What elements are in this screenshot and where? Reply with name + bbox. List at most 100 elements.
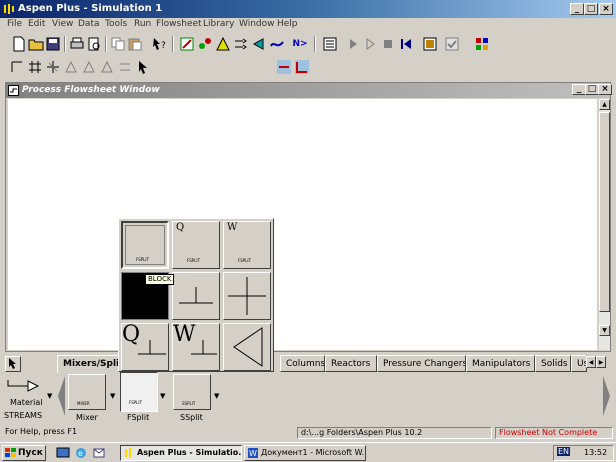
palette-select-pointer[interactable]: [5, 356, 21, 372]
open-folder-icon[interactable]: [28, 36, 44, 52]
model-library-icon[interactable]: [474, 36, 490, 52]
language-indicator[interactable]: EN: [557, 447, 571, 456]
tab-columns[interactable]: Columns: [280, 355, 325, 372]
reconnect-icon[interactable]: [99, 59, 115, 75]
tab-reactors[interactable]: Reactors: [325, 355, 377, 372]
scroll-down-icon[interactable]: ▼: [599, 325, 610, 336]
tab-solids[interactable]: Solids: [535, 355, 571, 372]
fsplit-dropdown-icon[interactable]: ▼: [160, 392, 165, 400]
tab-mixers-splitters[interactable]: Mixers/Splitters: [57, 355, 127, 373]
menu-file[interactable]: File: [7, 19, 22, 29]
menu-data[interactable]: Data: [78, 19, 100, 29]
blocks-icon[interactable]: [251, 36, 267, 52]
menu-flowsheet[interactable]: Flowsheet: [156, 19, 202, 29]
start-button[interactable]: Пуск: [2, 445, 46, 461]
show-blocks-icon[interactable]: [294, 59, 310, 75]
snap-grid-icon[interactable]: [45, 59, 61, 75]
print-icon[interactable]: [69, 36, 85, 52]
print-preview-icon[interactable]: [86, 36, 102, 52]
menu-help[interactable]: Help: [277, 19, 298, 29]
results-icon[interactable]: [422, 36, 438, 52]
icon-option-fsplit-1[interactable]: FSPLIT: [121, 221, 169, 269]
menu-window[interactable]: Window: [239, 19, 275, 29]
model-library-palette: Mixers/Splitters Columns Reactors Pressu…: [0, 352, 616, 426]
tab-user-models[interactable]: User Models: [571, 355, 587, 372]
align-icon[interactable]: [9, 59, 25, 75]
tabs-scroll-left[interactable]: ◀: [586, 356, 596, 368]
rotate-icon[interactable]: [63, 59, 79, 75]
ssplit-dropdown-icon[interactable]: ▼: [214, 392, 219, 400]
new-file-icon[interactable]: [11, 36, 27, 52]
cross-icon: [228, 277, 266, 315]
tab-manipulators[interactable]: Manipulators: [466, 355, 535, 372]
paste-icon[interactable]: [127, 36, 143, 52]
model-fsplit[interactable]: FSPLIT: [120, 372, 158, 412]
palette-scroll-left-icon[interactable]: [57, 374, 66, 418]
material-stream-icon[interactable]: [6, 378, 46, 394]
tab-pressure-changers[interactable]: Pressure Changers: [377, 355, 466, 372]
icon-option-q-tee[interactable]: Q: [121, 322, 169, 371]
icon-option-letter: Q: [176, 222, 185, 233]
scroll-up-icon[interactable]: ▲: [599, 99, 610, 110]
components-icon[interactable]: [197, 36, 213, 52]
icon-option-w-tee[interactable]: W: [172, 322, 220, 371]
menu-library[interactable]: Library: [203, 19, 234, 29]
control-panel-icon[interactable]: [322, 36, 338, 52]
minimize-button[interactable]: _: [570, 3, 584, 15]
flowsheet-maximize-button[interactable]: □: [585, 84, 599, 95]
reinitialize-icon[interactable]: [398, 36, 414, 52]
icon-option-tee[interactable]: [172, 272, 220, 320]
menu-edit[interactable]: Edit: [28, 19, 45, 29]
block-tooltip: BLOCK: [145, 274, 175, 285]
copy-icon[interactable]: [110, 36, 126, 52]
flowsheet-window-titlebar: Process Flowsheet Window _ □ ×: [6, 83, 612, 98]
flip-icon[interactable]: [81, 59, 97, 75]
task-word-document[interactable]: W Документ1 - Microsoft W...: [244, 445, 366, 461]
model-ssplit[interactable]: SSPLIT: [173, 374, 211, 410]
flowsheet-window-icon[interactable]: [8, 85, 19, 96]
internet-explorer-icon[interactable]: e: [74, 446, 88, 460]
model-mixer[interactable]: MIXER: [68, 374, 106, 410]
save-icon[interactable]: [45, 36, 61, 52]
flowsheet-minimize-button[interactable]: _: [572, 84, 586, 95]
run-icon[interactable]: [345, 36, 361, 52]
show-streams-icon[interactable]: [276, 59, 292, 75]
streams-icon[interactable]: [233, 36, 249, 52]
show-desktop-icon[interactable]: [56, 446, 70, 460]
outlook-icon[interactable]: [92, 446, 106, 460]
streams-dropdown-icon[interactable]: ▼: [47, 392, 52, 400]
check-results-icon[interactable]: [444, 36, 460, 52]
properties-icon[interactable]: [215, 36, 231, 52]
stop-icon[interactable]: [380, 36, 396, 52]
menu-tools[interactable]: Tools: [105, 19, 127, 29]
flowsheet-vertical-scrollbar[interactable]: ▲ ▼: [599, 99, 610, 350]
aspen-app-icon[interactable]: [3, 3, 15, 15]
tabs-scroll-right[interactable]: ▶: [596, 356, 606, 368]
flowsheet-close-button[interactable]: ×: [598, 84, 612, 95]
mixer-dropdown-icon[interactable]: ▼: [110, 392, 115, 400]
grid-icon[interactable]: [27, 59, 43, 75]
svg-text:?: ?: [161, 41, 166, 51]
select-pointer-icon[interactable]: [135, 59, 151, 75]
windows-logo-icon: [5, 448, 16, 457]
next-button[interactable]: N>: [290, 36, 310, 52]
system-tray: EN 13:52: [553, 445, 614, 461]
step-icon[interactable]: [362, 36, 378, 52]
flowsheet-canvas[interactable]: [8, 99, 597, 350]
scroll-thumb[interactable]: [599, 112, 610, 312]
icon-option-fsplit-w[interactable]: W FSPLIT: [223, 221, 271, 269]
utilities-icon[interactable]: [269, 36, 285, 52]
menu-view[interactable]: View: [52, 19, 73, 29]
icon-option-fsplit-q[interactable]: Q FSPLIT: [172, 221, 220, 269]
icon-option-cross[interactable]: [223, 272, 271, 320]
palette-scroll-right-icon[interactable]: [602, 374, 611, 418]
setup-icon[interactable]: [179, 36, 195, 52]
close-button[interactable]: ×: [599, 3, 613, 15]
exchange-icon[interactable]: [117, 59, 133, 75]
task-aspen-plus[interactable]: Aspen Plus - Simulatio...: [120, 445, 242, 461]
process-flowsheet-window: Process Flowsheet Window _ □ × ▲ ▼: [5, 82, 612, 352]
maximize-button[interactable]: □: [584, 3, 598, 15]
icon-option-triangle[interactable]: [223, 323, 271, 371]
help-arrow-icon[interactable]: ?: [152, 36, 168, 52]
menu-run[interactable]: Run: [134, 19, 151, 29]
